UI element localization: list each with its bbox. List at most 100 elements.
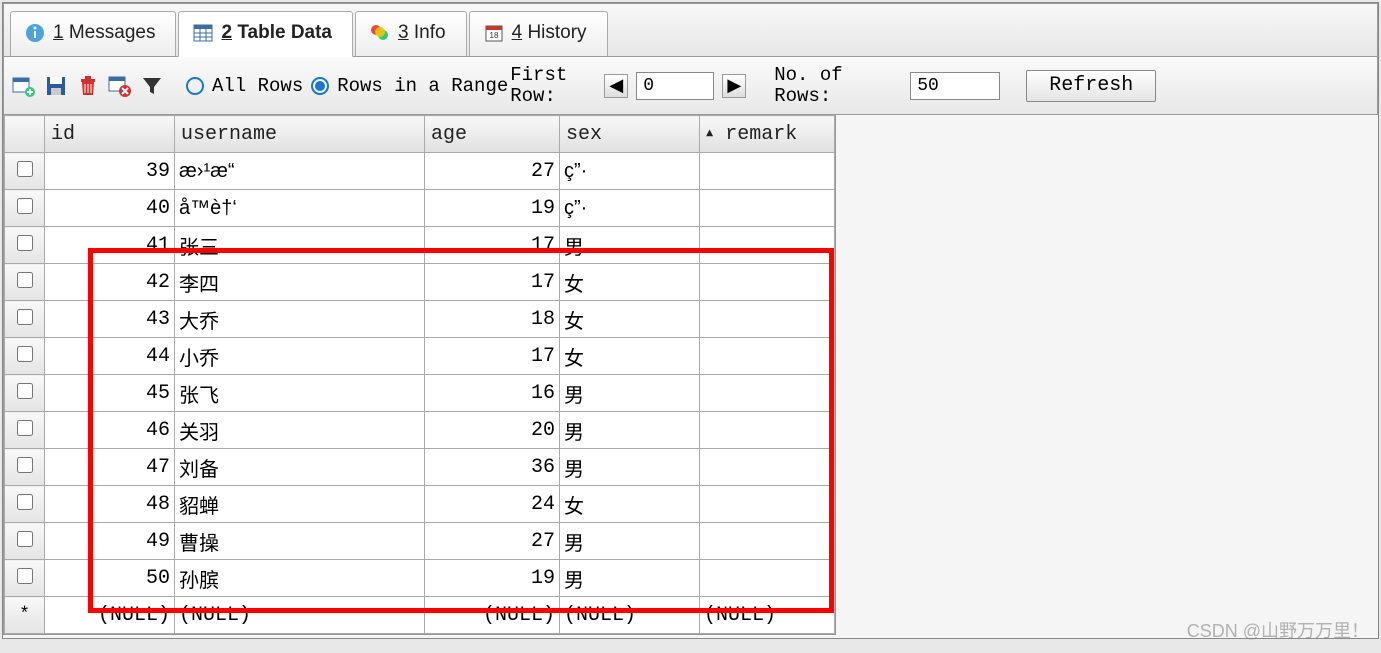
row-checkbox-cell[interactable] [5,301,45,338]
row-checkbox[interactable] [17,568,33,584]
tab-info[interactable]: 3 Info [355,11,467,56]
cell-username[interactable]: 李四 [175,264,425,301]
cell-username[interactable]: 大乔 [175,301,425,338]
all-rows-radio[interactable] [186,77,204,95]
cell-sex[interactable]: 男 [560,560,700,597]
col-id[interactable]: id [45,116,175,153]
cell-id[interactable]: 49 [45,523,175,560]
next-page-button[interactable]: ▶ [722,74,746,98]
row-checkbox[interactable] [17,346,33,362]
add-row-icon[interactable] [12,74,36,98]
row-checkbox[interactable] [17,494,33,510]
delete-icon[interactable] [76,74,100,98]
table-row[interactable]: 48貂蝉24女 [5,486,835,523]
cell-age[interactable]: 36 [425,449,560,486]
filter-icon[interactable] [140,74,164,98]
col-age[interactable]: age [425,116,560,153]
cell-id[interactable]: 47 [45,449,175,486]
cell-username[interactable]: 小乔 [175,338,425,375]
row-checkbox-cell[interactable] [5,449,45,486]
cell-age[interactable]: 27 [425,523,560,560]
cell-sex[interactable]: 男 [560,375,700,412]
cell-remark[interactable] [700,412,835,449]
tab-table-data[interactable]: 2 Table Data [178,11,353,57]
cell-username[interactable]: æ›¹æ“ [175,153,425,190]
row-checkbox[interactable] [17,457,33,473]
cell-age[interactable]: 19 [425,560,560,597]
cell-sex[interactable]: 男 [560,227,700,264]
cell-id[interactable]: 41 [45,227,175,264]
cell-remark[interactable] [700,153,835,190]
row-checkbox-cell[interactable] [5,523,45,560]
cell-sex[interactable]: 女 [560,264,700,301]
cell-remark[interactable] [700,523,835,560]
cell-id[interactable]: 39 [45,153,175,190]
cell-age[interactable]: 16 [425,375,560,412]
save-icon[interactable] [44,74,68,98]
cell-id[interactable]: 40 [45,190,175,227]
cell-username[interactable]: 张飞 [175,375,425,412]
row-checkbox-cell[interactable] [5,560,45,597]
row-checkbox[interactable] [17,235,33,251]
cell-id[interactable]: 43 [45,301,175,338]
cell-id[interactable]: 48 [45,486,175,523]
prev-page-button[interactable]: ◀ [604,74,628,98]
new-row[interactable]: * (NULL) (NULL) (NULL) (NULL) (NULL) [5,597,835,634]
cell-sex[interactable]: 女 [560,338,700,375]
cell-sex[interactable]: 女 [560,301,700,338]
num-rows-input[interactable] [910,72,1000,100]
table-row[interactable]: 43大乔18女 [5,301,835,338]
table-row[interactable]: 49曹操27男 [5,523,835,560]
table-row[interactable]: 45张飞16男 [5,375,835,412]
table-row[interactable]: 39æ›¹æ“27ç”· [5,153,835,190]
row-checkbox-cell[interactable] [5,375,45,412]
tab-messages[interactable]: 1 Messages [10,11,176,56]
cell-username[interactable]: 曹操 [175,523,425,560]
cell-age[interactable]: 17 [425,227,560,264]
row-checkbox-cell[interactable] [5,486,45,523]
cell-sex[interactable]: ç”· [560,190,700,227]
cell-remark[interactable] [700,449,835,486]
cell-age[interactable]: 19 [425,190,560,227]
row-checkbox[interactable] [17,420,33,436]
col-remark[interactable]: ▲ remark [700,116,835,153]
refresh-button[interactable]: Refresh [1026,70,1156,102]
row-checkbox[interactable] [17,383,33,399]
cell-id[interactable]: 44 [45,338,175,375]
cell-id[interactable]: 42 [45,264,175,301]
cell-username[interactable]: 关羽 [175,412,425,449]
cell-id[interactable]: 45 [45,375,175,412]
cell-username[interactable]: 张三 [175,227,425,264]
cell-remark[interactable] [700,190,835,227]
row-checkbox[interactable] [17,161,33,177]
first-row-input[interactable] [636,72,714,100]
cell-remark[interactable] [700,486,835,523]
cell-id[interactable]: 50 [45,560,175,597]
cell-sex[interactable]: 女 [560,486,700,523]
cell-remark[interactable] [700,375,835,412]
cell-username[interactable]: 刘备 [175,449,425,486]
table-row[interactable]: 44小乔17女 [5,338,835,375]
table-row[interactable]: 41张三17男 [5,227,835,264]
table-row[interactable]: 40å­™è†‘19ç”· [5,190,835,227]
table-row[interactable]: 46关羽20男 [5,412,835,449]
row-checkbox[interactable] [17,531,33,547]
cell-age[interactable]: 24 [425,486,560,523]
col-username[interactable]: username [175,116,425,153]
tab-history[interactable]: 18 4 History [469,11,608,56]
row-checkbox-cell[interactable] [5,190,45,227]
cell-id[interactable]: 46 [45,412,175,449]
cell-age[interactable]: 18 [425,301,560,338]
cell-remark[interactable] [700,301,835,338]
row-selector-header[interactable] [5,116,45,153]
table-row[interactable]: 50孙膑19男 [5,560,835,597]
row-checkbox-cell[interactable] [5,264,45,301]
cell-remark[interactable] [700,338,835,375]
rows-range-radio[interactable] [311,77,329,95]
cell-age[interactable]: 20 [425,412,560,449]
row-checkbox[interactable] [17,198,33,214]
row-checkbox-cell[interactable] [5,412,45,449]
table-row[interactable]: 47刘备36男 [5,449,835,486]
table-row[interactable]: 42李四17女 [5,264,835,301]
cell-username[interactable]: 貂蝉 [175,486,425,523]
